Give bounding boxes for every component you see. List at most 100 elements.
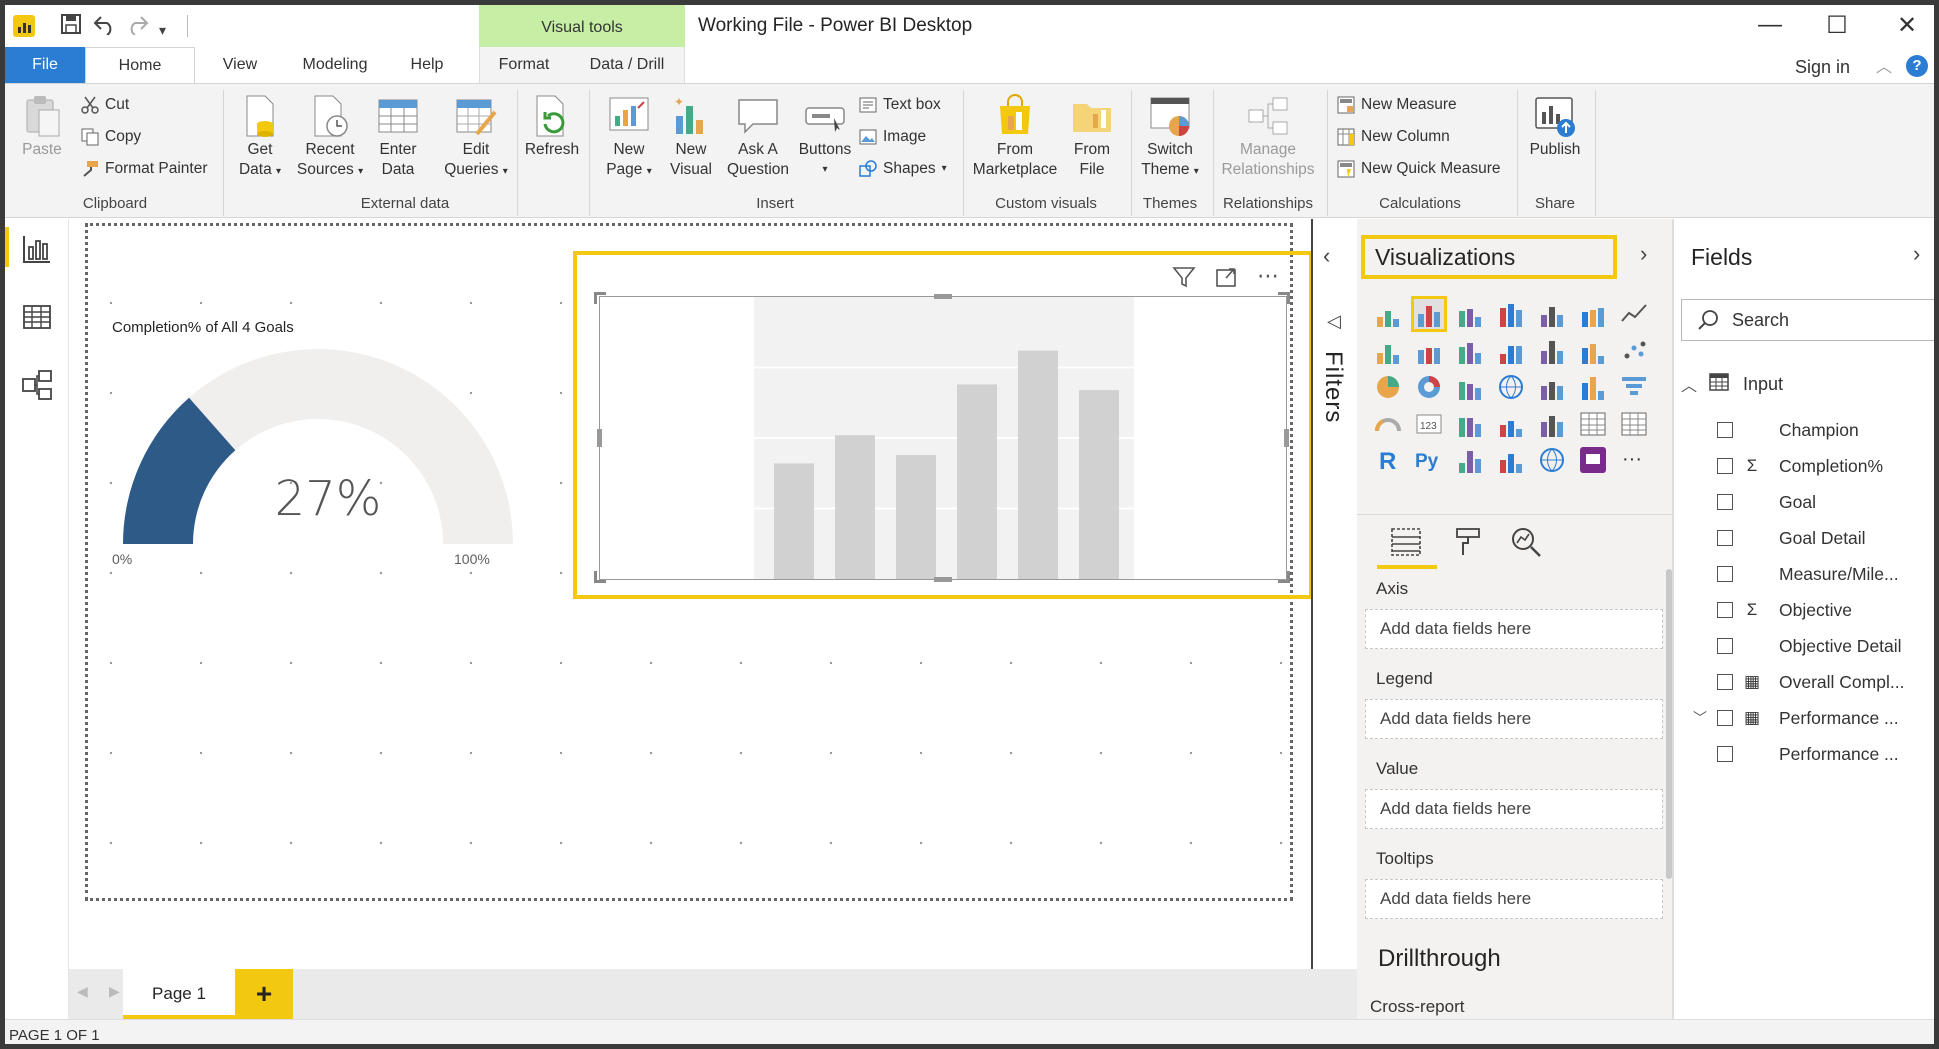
clustered-column-icon[interactable] <box>1496 299 1526 329</box>
field-checkbox[interactable] <box>1717 530 1733 546</box>
field-item[interactable]: Goal Detail <box>1717 524 1866 552</box>
redo-icon[interactable] <box>125 13 149 41</box>
chevron-right-icon[interactable]: › <box>1913 241 1920 267</box>
field-item[interactable]: Objective Detail <box>1717 632 1902 660</box>
field-checkbox[interactable] <box>1717 674 1733 690</box>
maximize-icon[interactable]: ☐ <box>1817 11 1857 40</box>
field-item[interactable]: Goal <box>1717 488 1816 516</box>
resize-handle-sw[interactable] <box>594 571 606 583</box>
field-checkbox[interactable] <box>1717 710 1733 726</box>
chevron-right-icon[interactable]: › <box>1640 241 1647 267</box>
gauge-chart[interactable] <box>108 344 528 564</box>
shape-map-icon[interactable] <box>1578 372 1608 402</box>
field-checkbox[interactable] <box>1717 494 1733 510</box>
well-drop-zone[interactable]: Add data fields here <box>1365 609 1663 649</box>
map-icon[interactable] <box>1496 372 1526 402</box>
new-quick-measure-button[interactable]: New Quick Measure <box>1337 156 1501 182</box>
refresh-button[interactable]: Refresh <box>523 94 581 160</box>
field-checkbox[interactable] <box>1717 638 1733 654</box>
analytics-magnifier-icon[interactable] <box>1509 525 1543 559</box>
card-icon[interactable]: 123 <box>1414 409 1444 439</box>
field-item[interactable]: Σ Objective <box>1717 596 1852 624</box>
chevron-up-icon[interactable]: ︿ <box>1681 372 1705 396</box>
cut-button[interactable]: Cut <box>81 92 129 118</box>
filled-map-icon[interactable] <box>1537 372 1567 402</box>
tab-format[interactable]: Format <box>489 47 559 83</box>
key-influencers-icon[interactable] <box>1455 445 1485 475</box>
custom-visual-icon[interactable] <box>1578 445 1608 475</box>
field-checkbox[interactable] <box>1717 746 1733 762</box>
tab-modeling[interactable]: Modeling <box>285 47 385 83</box>
customize-qat-icon[interactable]: ▾ <box>159 17 166 43</box>
matrix-icon[interactable] <box>1619 409 1649 439</box>
clustered-bar-icon[interactable] <box>1455 299 1485 329</box>
manage-relationships-button[interactable]: Manage Relationships <box>1217 94 1319 180</box>
tab-data-drill[interactable]: Data / Drill <box>581 47 673 83</box>
gauge-icon[interactable] <box>1373 409 1403 439</box>
field-item[interactable]: Performance ... <box>1717 740 1899 768</box>
new-column-button[interactable]: New Column <box>1337 124 1450 150</box>
treemap-icon[interactable] <box>1455 372 1485 402</box>
field-item[interactable]: Champion <box>1717 416 1859 444</box>
add-page-button[interactable]: + <box>235 969 293 1019</box>
copy-button[interactable]: Copy <box>81 124 141 150</box>
recent-sources-button[interactable]: Recent Sources ▾ <box>293 94 367 182</box>
kpi-icon[interactable] <box>1496 409 1526 439</box>
funnel-icon[interactable] <box>1619 372 1649 402</box>
field-checkbox[interactable] <box>1717 458 1733 474</box>
tab-help[interactable]: Help <box>397 47 457 83</box>
stacked-column-icon[interactable] <box>1411 296 1447 332</box>
area-chart-icon[interactable] <box>1373 336 1403 366</box>
filter-icon[interactable] <box>1171 265 1197 291</box>
well-drop-zone[interactable]: Add data fields here <box>1365 789 1663 829</box>
sign-in-link[interactable]: Sign in <box>1795 47 1850 83</box>
resize-handle-s[interactable] <box>934 577 952 582</box>
line-clustered-icon[interactable] <box>1496 336 1526 366</box>
new-page-button[interactable]: New Page ▾ <box>601 94 657 182</box>
table-icon[interactable] <box>1578 409 1608 439</box>
r-visual-icon[interactable]: R <box>1373 445 1403 475</box>
paste-button[interactable]: Paste <box>17 94 67 160</box>
waterfall-icon[interactable] <box>1578 336 1608 366</box>
arcgis-icon[interactable] <box>1537 445 1567 475</box>
resize-handle-se[interactable] <box>1278 571 1290 583</box>
field-checkbox[interactable] <box>1717 422 1733 438</box>
field-item[interactable]: ▦ Overall Compl... <box>1717 668 1904 696</box>
resize-handle-ne[interactable] <box>1278 292 1290 304</box>
save-icon[interactable] <box>60 13 82 41</box>
placeholder-column-chart[interactable] <box>599 296 1287 580</box>
100-bar-icon[interactable] <box>1537 299 1567 329</box>
slicer-icon[interactable] <box>1537 409 1567 439</box>
model-view-icon[interactable] <box>21 369 53 401</box>
prev-page-icon[interactable]: ◀ <box>77 983 88 1000</box>
tab-file[interactable]: File <box>5 47 85 83</box>
ask-question-button[interactable]: Ask A Question <box>721 94 795 180</box>
collapse-ribbon-icon[interactable]: ︿ <box>1876 53 1892 77</box>
page-tab-1[interactable]: Page 1 <box>123 969 235 1019</box>
well-drop-zone[interactable]: Add data fields here <box>1365 699 1663 739</box>
tab-home[interactable]: Home <box>85 47 195 84</box>
field-item[interactable]: Σ Completion% <box>1717 452 1883 480</box>
more-visuals-icon[interactable]: ··· <box>1619 445 1649 475</box>
line-chart-icon[interactable] <box>1619 299 1649 329</box>
new-visual-button[interactable]: ✦ New Visual <box>665 94 717 180</box>
donut-chart-icon[interactable] <box>1414 372 1444 402</box>
fields-search-input[interactable]: Search <box>1681 299 1934 341</box>
stacked-area-icon[interactable] <box>1414 336 1444 366</box>
next-page-icon[interactable]: ▶ <box>109 983 120 1000</box>
tab-view[interactable]: View <box>210 47 270 83</box>
table-input[interactable]: ︿ Input <box>1681 370 1783 398</box>
stacked-bar-icon[interactable] <box>1373 299 1403 329</box>
ribbon-chart-icon[interactable] <box>1537 336 1567 366</box>
multirow-card-icon[interactable] <box>1455 409 1485 439</box>
enter-data-button[interactable]: Enter Data <box>373 94 423 180</box>
resize-handle-w[interactable] <box>597 429 602 447</box>
close-icon[interactable]: ✕ <box>1887 11 1927 40</box>
from-file-button[interactable]: From File <box>1065 94 1119 180</box>
line-column-icon[interactable] <box>1455 336 1485 366</box>
buttons-button[interactable]: Buttons ▾ <box>795 94 855 180</box>
field-item[interactable]: Measure/Mile... <box>1717 560 1899 588</box>
100-column-icon[interactable] <box>1578 299 1608 329</box>
switch-theme-button[interactable]: Switch Theme ▾ <box>1135 94 1205 182</box>
chevron-left-icon[interactable]: ‹ <box>1323 243 1330 269</box>
